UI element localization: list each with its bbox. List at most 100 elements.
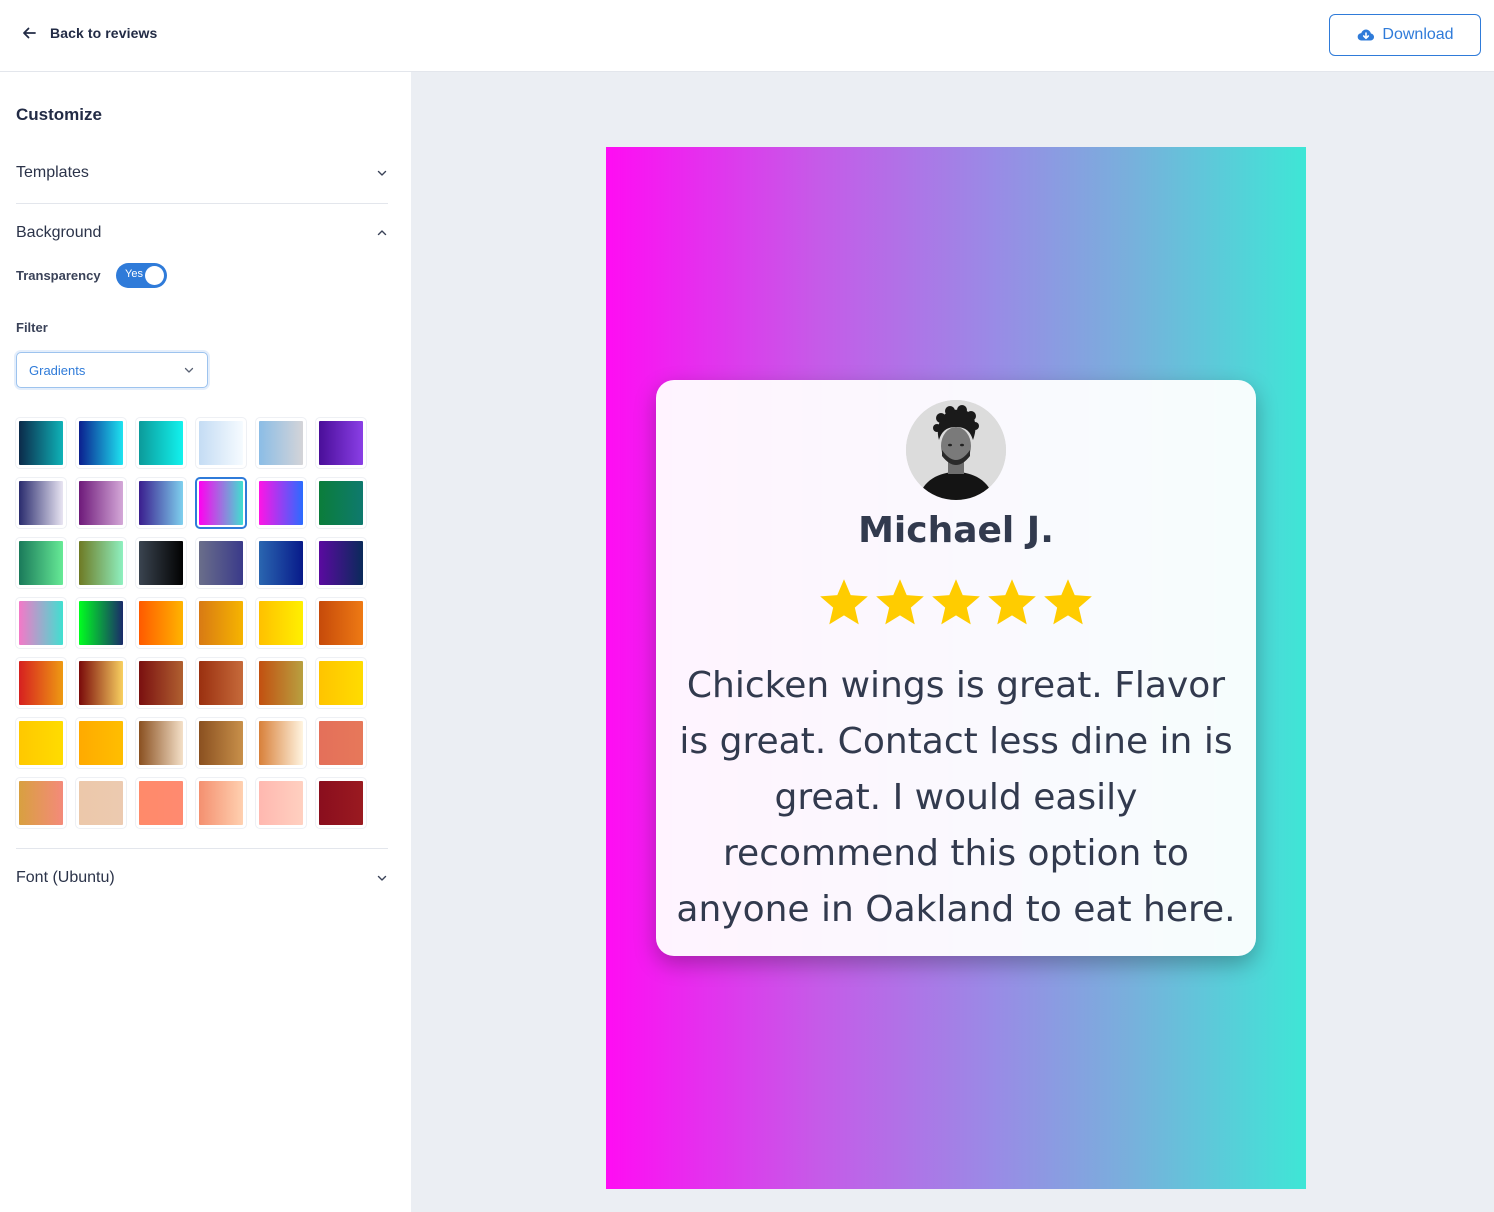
gradient-swatch[interactable] bbox=[315, 597, 367, 649]
swatch-preview bbox=[259, 661, 303, 705]
swatch-preview bbox=[19, 721, 63, 765]
chevron-down-icon bbox=[184, 367, 194, 373]
review-card: Michael J. Chicken wings is great. Flavo… bbox=[656, 380, 1256, 956]
font-section-toggle[interactable]: Font (Ubuntu) bbox=[16, 866, 388, 890]
gradient-swatch[interactable] bbox=[315, 417, 367, 469]
download-button-label: Download bbox=[1382, 26, 1454, 43]
gradient-swatch[interactable] bbox=[75, 477, 127, 529]
background-section-label: Background bbox=[16, 224, 102, 241]
swatch-preview bbox=[139, 541, 183, 585]
gradient-swatch[interactable] bbox=[135, 657, 187, 709]
filter-label: Filter bbox=[16, 320, 48, 335]
swatch-preview bbox=[139, 661, 183, 705]
gradient-swatch[interactable] bbox=[15, 417, 67, 469]
gradient-swatch[interactable] bbox=[255, 717, 307, 769]
gradient-swatch[interactable] bbox=[75, 717, 127, 769]
gradient-swatch[interactable] bbox=[135, 597, 187, 649]
swatch-preview bbox=[79, 781, 123, 825]
swatch-preview bbox=[199, 601, 243, 645]
swatch-preview bbox=[259, 421, 303, 465]
top-bar: Back to reviews Download bbox=[0, 0, 1494, 72]
gradient-swatch[interactable] bbox=[15, 537, 67, 589]
download-button[interactable]: Download bbox=[1329, 14, 1481, 56]
swatch-preview bbox=[259, 541, 303, 585]
swatch-preview bbox=[259, 721, 303, 765]
swatch-preview bbox=[79, 541, 123, 585]
swatch-preview bbox=[19, 421, 63, 465]
templates-section-toggle[interactable]: Templates bbox=[16, 161, 388, 185]
chevron-down-icon bbox=[377, 875, 387, 881]
gradient-swatch[interactable] bbox=[195, 717, 247, 769]
cloud-download-icon bbox=[1358, 29, 1375, 41]
gradient-swatch[interactable] bbox=[135, 477, 187, 529]
swatch-preview bbox=[79, 481, 123, 525]
swatch-preview bbox=[259, 481, 303, 525]
review-text: Chicken wings is great. Flavor is great.… bbox=[676, 665, 1236, 930]
gradient-swatch[interactable] bbox=[255, 537, 307, 589]
gradient-swatch[interactable] bbox=[195, 657, 247, 709]
gradient-swatch[interactable] bbox=[75, 777, 127, 829]
filter-select-value: Gradients bbox=[29, 362, 86, 378]
gradient-swatch[interactable] bbox=[75, 597, 127, 649]
gradient-swatch[interactable] bbox=[195, 597, 247, 649]
gradient-swatch[interactable] bbox=[75, 417, 127, 469]
gradient-swatch[interactable] bbox=[315, 717, 367, 769]
swatch-preview bbox=[319, 721, 363, 765]
star-icon bbox=[932, 579, 980, 625]
star-icon bbox=[820, 579, 868, 625]
gradient-swatch[interactable] bbox=[135, 537, 187, 589]
gradient-swatch[interactable] bbox=[315, 777, 367, 829]
customize-sidebar: Customize Templates Background Transpare… bbox=[0, 72, 411, 1212]
gradient-swatch[interactable] bbox=[75, 657, 127, 709]
gradient-swatch[interactable] bbox=[135, 717, 187, 769]
gradient-swatch[interactable] bbox=[15, 717, 67, 769]
star-icon bbox=[876, 579, 924, 625]
chevron-up-icon bbox=[377, 230, 387, 236]
swatch-preview bbox=[319, 481, 363, 525]
gradient-swatch[interactable] bbox=[15, 597, 67, 649]
swatch-preview bbox=[79, 721, 123, 765]
gradient-swatch[interactable] bbox=[15, 657, 67, 709]
gradient-swatch[interactable] bbox=[315, 537, 367, 589]
swatch-preview bbox=[319, 661, 363, 705]
swatch-preview bbox=[319, 541, 363, 585]
gradient-swatch[interactable] bbox=[75, 537, 127, 589]
gradient-swatch[interactable] bbox=[315, 477, 367, 529]
gradient-swatch[interactable] bbox=[195, 477, 247, 529]
reviewer-name: Michael J. bbox=[858, 510, 1054, 551]
toggle-knob bbox=[145, 266, 164, 285]
gradient-swatch[interactable] bbox=[255, 477, 307, 529]
gradient-swatch[interactable] bbox=[135, 417, 187, 469]
gradient-swatch[interactable] bbox=[15, 477, 67, 529]
swatch-preview bbox=[259, 601, 303, 645]
sidebar-title: Customize bbox=[16, 105, 102, 124]
gradient-swatch[interactable] bbox=[15, 777, 67, 829]
gradient-swatch[interactable] bbox=[135, 777, 187, 829]
gradient-swatch[interactable] bbox=[315, 657, 367, 709]
swatch-preview bbox=[19, 781, 63, 825]
swatch-preview bbox=[79, 421, 123, 465]
back-to-reviews-link[interactable]: Back to reviews bbox=[20, 24, 157, 42]
preview-canvas: Michael J. Chicken wings is great. Flavo… bbox=[411, 72, 1494, 1212]
star-icon bbox=[988, 579, 1036, 625]
swatch-preview bbox=[19, 601, 63, 645]
gradient-swatch[interactable] bbox=[255, 597, 307, 649]
swatch-preview bbox=[199, 541, 243, 585]
swatch-preview bbox=[199, 421, 243, 465]
swatch-preview bbox=[19, 661, 63, 705]
section-divider bbox=[16, 848, 388, 849]
gradient-swatch[interactable] bbox=[255, 657, 307, 709]
section-divider bbox=[16, 203, 388, 204]
gradient-swatch[interactable] bbox=[255, 777, 307, 829]
filter-select[interactable]: Gradients bbox=[16, 352, 208, 388]
gradient-swatch[interactable] bbox=[195, 537, 247, 589]
transparency-toggle-text: Yes bbox=[125, 268, 143, 280]
background-section-toggle[interactable]: Background bbox=[16, 221, 388, 245]
gradient-swatch[interactable] bbox=[195, 417, 247, 469]
gradient-swatch[interactable] bbox=[255, 417, 307, 469]
gradient-swatch[interactable] bbox=[195, 777, 247, 829]
transparency-toggle[interactable]: Yes bbox=[116, 263, 167, 288]
swatch-preview bbox=[319, 421, 363, 465]
swatch-preview bbox=[19, 541, 63, 585]
arrow-left-icon bbox=[23, 27, 36, 39]
